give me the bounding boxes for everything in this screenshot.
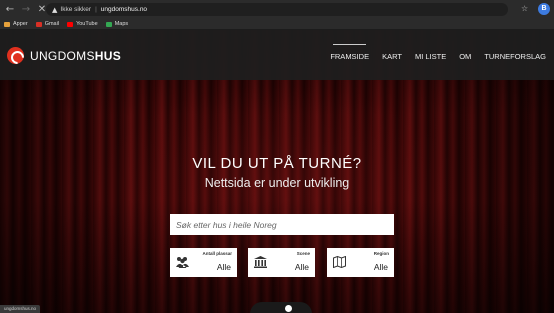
scroll-down-tab[interactable] <box>250 302 312 313</box>
filter-value: Alle <box>294 262 309 272</box>
security-label: Ikke sikker <box>60 6 92 13</box>
menu-item-turneforslag[interactable]: TURNEFORSLAG <box>484 52 546 61</box>
filter-label: Region <box>373 251 389 256</box>
forward-icon[interactable]: → <box>20 4 32 16</box>
youtube-icon <box>67 21 74 27</box>
url-text: ungdomshus.no <box>100 6 148 13</box>
search-box <box>170 214 394 235</box>
profile-avatar[interactable]: B <box>538 3 550 15</box>
building-icon <box>254 256 267 268</box>
maps-icon <box>105 21 112 27</box>
page-content: UNGDOMSHUS FRAMSIDE KART MI LISTE OM TUR… <box>0 30 554 313</box>
gmail-icon <box>35 21 42 27</box>
main-menu: FRAMSIDE KART MI LISTE OM TURNEFORSLAG <box>317 44 546 61</box>
back-icon[interactable]: ← <box>4 4 16 16</box>
apps-icon <box>4 21 10 27</box>
bookmark-maps[interactable]: Maps <box>105 21 128 27</box>
filter-value: Alle <box>216 262 231 272</box>
browser-toolbar: ← → ✕ ▲ Ikke sikker | ungdomshus.no ☆ B <box>0 0 554 19</box>
filter-label: Antall plassar <box>202 251 232 256</box>
menu-item-mi-liste[interactable]: MI LISTE <box>415 52 446 61</box>
address-bar[interactable]: ▲ Ikke sikker | ungdomshus.no <box>46 3 508 16</box>
bookmark-youtube[interactable]: YouTube <box>67 21 98 27</box>
menu-item-framside[interactable]: FRAMSIDE <box>330 44 369 61</box>
search-input[interactable] <box>170 214 394 235</box>
bookmark-star-icon[interactable]: ☆ <box>521 4 528 13</box>
menu-item-kart[interactable]: KART <box>382 52 402 61</box>
filter-value: Alle <box>373 262 388 272</box>
bookmark-gmail[interactable]: Gmail <box>35 21 59 27</box>
site-header: UNGDOMSHUS FRAMSIDE KART MI LISTE OM TUR… <box>0 30 554 80</box>
warning-icon: ▲ <box>52 5 58 14</box>
logo-icon <box>7 47 24 64</box>
menu-item-om[interactable]: OM <box>459 52 471 61</box>
hero-title: VIL DU UT PÅ TURNÉ? <box>192 155 362 172</box>
map-icon <box>333 256 346 268</box>
filter-label: Scene <box>296 251 310 256</box>
filter-capacity[interactable]: Antall plassar Alle <box>170 248 237 277</box>
filter-stage[interactable]: Scene Alle <box>248 248 315 277</box>
bookmarks-bar: Apper Gmail YouTube Maps <box>0 19 554 30</box>
site-logo[interactable]: UNGDOMSHUS <box>7 47 121 64</box>
url-separator: | <box>95 6 97 13</box>
status-bar-url: ungdomshus.no <box>0 305 41 313</box>
people-icon <box>176 257 189 268</box>
logo-text: UNGDOMSHUS <box>30 48 122 63</box>
hero-subtitle: Nettsida er under utvikling <box>204 176 350 190</box>
scroll-indicator-icon <box>285 305 292 312</box>
filter-region[interactable]: Region Alle <box>327 248 394 277</box>
bookmark-apps[interactable]: Apper <box>4 21 28 27</box>
